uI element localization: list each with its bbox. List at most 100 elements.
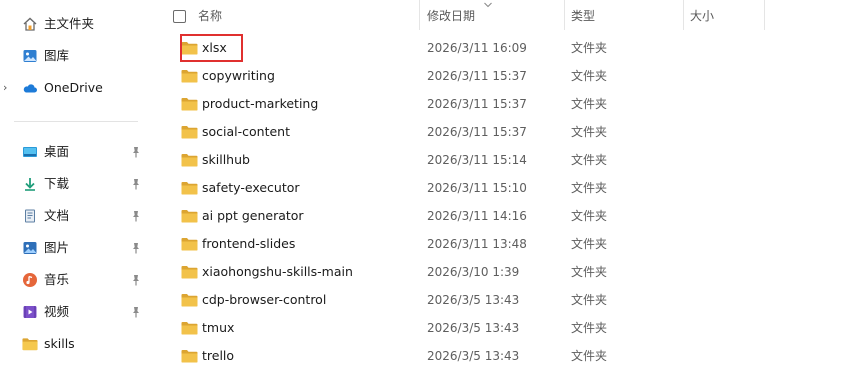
video-icon bbox=[22, 304, 38, 320]
sidebar-item-label: skills bbox=[44, 336, 75, 351]
file-row[interactable]: copywriting 2026/3/11 15:37 文件夹 bbox=[160, 62, 849, 90]
file-name: social-content bbox=[202, 124, 291, 139]
file-type: 文件夹 bbox=[571, 41, 608, 55]
folder-icon bbox=[181, 181, 198, 195]
column-header-modified[interactable]: 修改日期 bbox=[427, 0, 475, 32]
file-type: 文件夹 bbox=[571, 349, 608, 363]
column-divider[interactable] bbox=[419, 0, 420, 30]
column-divider[interactable] bbox=[764, 0, 765, 30]
file-name: product-marketing bbox=[202, 96, 319, 111]
folder-icon bbox=[181, 293, 198, 307]
pin-icon[interactable] bbox=[129, 177, 143, 191]
column-header-type[interactable]: 类型 bbox=[571, 0, 595, 32]
sidebar-item-gallery[interactable]: 图库 bbox=[0, 43, 147, 69]
folder-icon bbox=[22, 336, 38, 352]
file-modified-date: 2026/3/11 15:14 bbox=[427, 153, 527, 167]
pin-icon[interactable] bbox=[129, 305, 143, 319]
sort-descending-icon bbox=[483, 0, 493, 8]
folder-icon bbox=[181, 125, 198, 139]
sidebar-item-label: 主文件夹 bbox=[44, 16, 95, 31]
file-row[interactable]: frontend-slides 2026/3/11 13:48 文件夹 bbox=[160, 230, 849, 258]
file-list: 名称 修改日期 类型 大小 xlsx 2026/3/11 16:09 文件夹 c… bbox=[160, 0, 849, 369]
folder-icon bbox=[181, 237, 198, 251]
file-row[interactable]: ai ppt generator 2026/3/11 14:16 文件夹 bbox=[160, 202, 849, 230]
file-type: 文件夹 bbox=[571, 97, 608, 111]
file-type: 文件夹 bbox=[571, 321, 608, 335]
file-type: 文件夹 bbox=[571, 265, 608, 279]
file-row[interactable]: skillhub 2026/3/11 15:14 文件夹 bbox=[160, 146, 849, 174]
file-modified-date: 2026/3/5 13:43 bbox=[427, 293, 520, 307]
file-type: 文件夹 bbox=[571, 69, 608, 83]
folder-icon bbox=[181, 153, 198, 167]
file-row[interactable]: social-content 2026/3/11 15:37 文件夹 bbox=[160, 118, 849, 146]
file-name: frontend-slides bbox=[202, 236, 296, 251]
file-name: cdp-browser-control bbox=[202, 292, 327, 307]
file-name: xlsx bbox=[202, 40, 227, 55]
sidebar-item-videos[interactable]: 视频 bbox=[0, 299, 147, 325]
file-modified-date: 2026/3/11 15:10 bbox=[427, 181, 527, 195]
folder-icon bbox=[181, 41, 198, 55]
file-modified-date: 2026/3/5 13:43 bbox=[427, 349, 520, 363]
file-name: trello bbox=[202, 348, 235, 363]
file-row[interactable]: xlsx 2026/3/11 16:09 文件夹 bbox=[160, 34, 849, 62]
folder-icon bbox=[181, 69, 198, 83]
pin-icon[interactable] bbox=[129, 209, 143, 223]
file-name: copywriting bbox=[202, 68, 275, 83]
column-divider[interactable] bbox=[564, 0, 565, 30]
sidebar-item-onedrive[interactable]: › OneDrive bbox=[0, 75, 147, 101]
desktop-icon bbox=[22, 144, 38, 160]
navigation-pane: 主文件夹 图库 › OneDrive 桌面 下载 文档 图片 音乐 视频 ski… bbox=[0, 0, 147, 369]
folder-icon bbox=[181, 321, 198, 335]
sidebar-divider bbox=[14, 121, 138, 122]
sidebar-item-documents[interactable]: 文档 bbox=[0, 203, 147, 229]
file-modified-date: 2026/3/11 16:09 bbox=[427, 41, 527, 55]
select-all-checkbox[interactable] bbox=[173, 10, 186, 23]
cloud-icon bbox=[22, 80, 38, 96]
file-modified-date: 2026/3/11 14:16 bbox=[427, 209, 527, 223]
file-name: skillhub bbox=[202, 152, 250, 167]
file-modified-date: 2026/3/5 13:43 bbox=[427, 321, 520, 335]
folder-icon bbox=[181, 349, 198, 363]
music-icon bbox=[22, 272, 38, 288]
file-type: 文件夹 bbox=[571, 209, 608, 223]
file-modified-date: 2026/3/11 15:37 bbox=[427, 97, 527, 111]
pin-icon[interactable] bbox=[129, 145, 143, 159]
pin-icon[interactable] bbox=[129, 241, 143, 255]
file-modified-date: 2026/3/11 15:37 bbox=[427, 125, 527, 139]
chevron-right-icon[interactable]: › bbox=[3, 82, 13, 94]
sidebar-item-home[interactable]: 主文件夹 bbox=[0, 11, 147, 37]
file-row[interactable]: cdp-browser-control 2026/3/5 13:43 文件夹 bbox=[160, 286, 849, 314]
file-type: 文件夹 bbox=[571, 125, 608, 139]
file-row[interactable]: tmux 2026/3/5 13:43 文件夹 bbox=[160, 314, 849, 342]
sidebar-item-skills[interactable]: skills bbox=[0, 331, 147, 357]
sidebar-item-label: 图片 bbox=[44, 240, 70, 255]
pin-icon[interactable] bbox=[129, 273, 143, 287]
file-row[interactable]: trello 2026/3/5 13:43 文件夹 bbox=[160, 342, 849, 370]
column-divider[interactable] bbox=[683, 0, 684, 30]
file-modified-date: 2026/3/11 15:37 bbox=[427, 69, 527, 83]
file-name: ai ppt generator bbox=[202, 208, 304, 223]
file-modified-date: 2026/3/11 13:48 bbox=[427, 237, 527, 251]
sidebar-item-music[interactable]: 音乐 bbox=[0, 267, 147, 293]
sidebar-item-label: 下载 bbox=[44, 176, 70, 191]
file-name: xiaohongshu-skills-main bbox=[202, 264, 353, 279]
sidebar-item-pictures[interactable]: 图片 bbox=[0, 235, 147, 261]
column-header-size[interactable]: 大小 bbox=[690, 0, 714, 32]
home-icon bbox=[22, 16, 38, 32]
column-header-row: 名称 修改日期 类型 大小 bbox=[160, 0, 849, 32]
file-row[interactable]: safety-executor 2026/3/11 15:10 文件夹 bbox=[160, 174, 849, 202]
file-row[interactable]: xiaohongshu-skills-main 2026/3/10 1:39 文… bbox=[160, 258, 849, 286]
file-row[interactable]: product-marketing 2026/3/11 15:37 文件夹 bbox=[160, 90, 849, 118]
sidebar-item-label: 音乐 bbox=[44, 272, 70, 287]
file-modified-date: 2026/3/10 1:39 bbox=[427, 265, 520, 279]
document-icon bbox=[22, 208, 38, 224]
folder-icon bbox=[181, 265, 198, 279]
sidebar-item-label: OneDrive bbox=[44, 80, 103, 95]
file-type: 文件夹 bbox=[571, 293, 608, 307]
sidebar-item-desktop[interactable]: 桌面 bbox=[0, 139, 147, 165]
column-header-name[interactable]: 名称 bbox=[198, 0, 222, 32]
sidebar-item-downloads[interactable]: 下载 bbox=[0, 171, 147, 197]
image-icon bbox=[22, 240, 38, 256]
file-name: safety-executor bbox=[202, 180, 300, 195]
file-type: 文件夹 bbox=[571, 237, 608, 251]
